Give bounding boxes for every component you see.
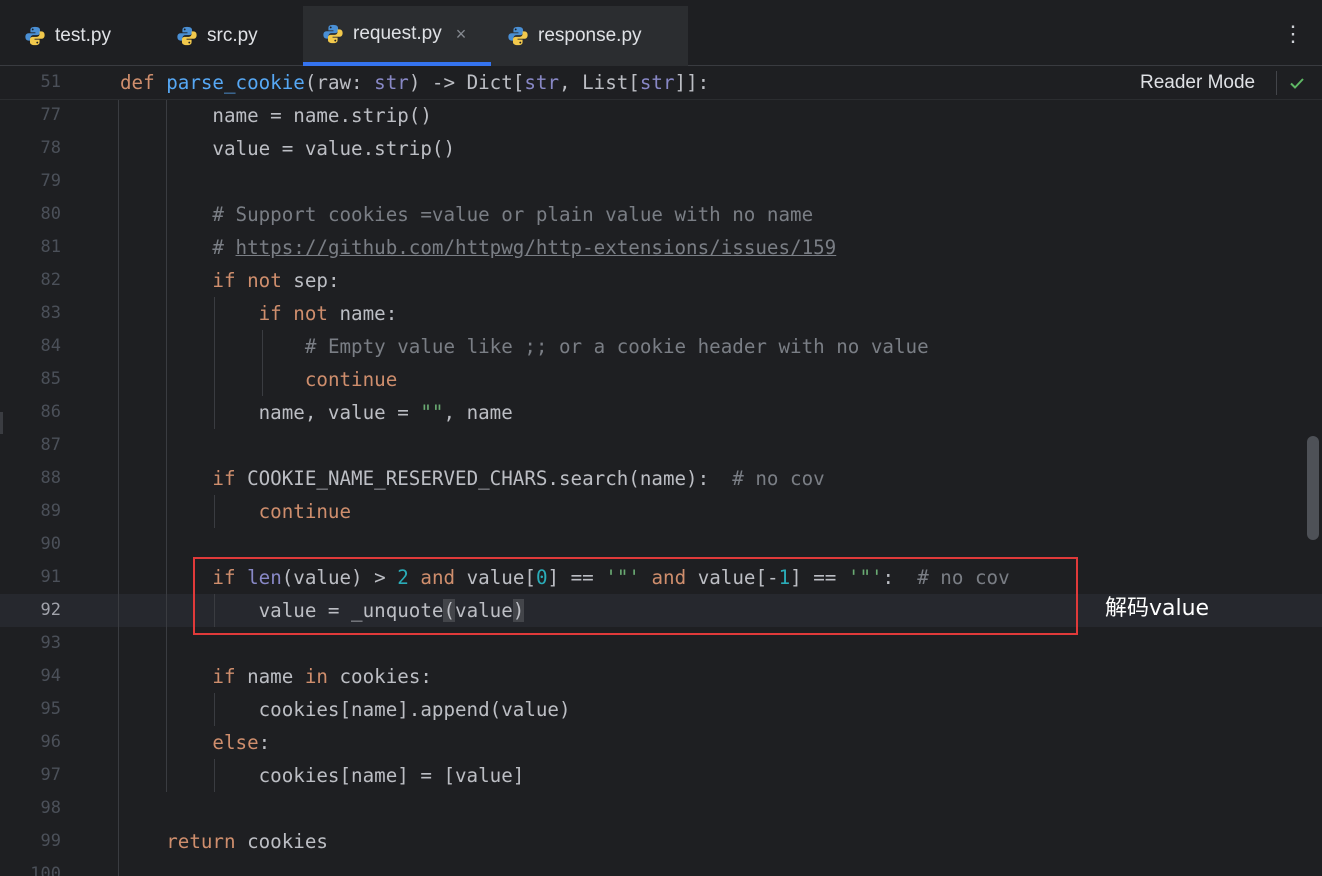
close-icon[interactable]: × [456,24,467,45]
line-number: 100 [30,864,61,876]
indent-guide [214,297,215,429]
code-line[interactable]: 94 if name in cookies: [0,660,1322,693]
line-number: 94 [40,666,61,686]
line-number: 90 [40,534,61,554]
code-text: return cookies [166,830,328,853]
line-number: 96 [40,732,61,752]
code-text: if not sep: [212,269,340,292]
more-menu-icon[interactable]: ⋮ [1282,20,1304,48]
indent-guide [166,99,167,792]
code-text: cookies[name] = [value] [120,764,525,787]
code-text: # Support cookies =value or plain value … [212,203,814,226]
code-line[interactable]: 87 [0,429,1322,462]
line-number: 84 [40,336,61,356]
indent-guide [262,330,263,396]
gutter-marker [0,412,3,434]
line-number: 91 [40,567,61,587]
line-number: 79 [40,171,61,191]
code-text: else: [212,731,271,754]
code-line[interactable]: 89 continue [0,495,1322,528]
code-line[interactable]: 86 name, value = "", name [0,396,1322,429]
indent-guide [214,693,215,726]
code-text: continue [304,368,398,391]
code-line[interactable]: 78 value = value.strip() [0,132,1322,165]
line-number: 85 [40,369,61,389]
code-text: value = value.strip() [120,137,456,160]
line-number: 83 [40,303,61,323]
code-line[interactable]: 77 name = name.strip() [0,99,1322,132]
tab-label: request.py [353,23,442,44]
line-number: 99 [40,831,61,851]
tab-label: response.py [538,25,642,46]
line-number: 78 [40,138,61,158]
reader-mode-button[interactable]: Reader Mode [1140,72,1255,94]
reader-mode-bar: Reader Mode [1105,66,1322,99]
code-line[interactable]: 79 [0,165,1322,198]
tab-src-py[interactable]: src.py [176,6,258,66]
line-number: 88 [40,468,61,488]
code-line[interactable]: 82 if not sep: [0,264,1322,297]
indent-guide [214,495,215,528]
line-number: 86 [40,402,61,422]
code-line[interactable]: 81 # https://github.com/httpwg/http-exte… [0,231,1322,264]
code-text: # https://github.com/httpwg/http-extensi… [212,236,837,259]
code-line[interactable]: 83 if not name: [0,297,1322,330]
line-number: 89 [40,501,61,521]
code-line[interactable]: 96 else: [0,726,1322,759]
editor-tab-bar: test.py src.py request.py × response.py … [0,0,1322,66]
code-editor[interactable]: 51 def parse_cookie(raw: str) -> Dict[st… [0,66,1322,876]
code-line[interactable]: 98 [0,792,1322,825]
annotation-label: 解码value [1105,596,1210,621]
line-number: 82 [40,270,61,290]
tab-label: src.py [207,25,258,46]
code-text: name, value = "", name [120,401,513,424]
code-line[interactable]: 99 return cookies [0,825,1322,858]
code-line[interactable]: 88 if COOKIE_NAME_RESERVED_CHARS.search(… [0,462,1322,495]
code-text: if not name: [258,302,398,325]
line-number: 51 [40,72,61,92]
line-number: 95 [40,699,61,719]
line-number: 80 [40,204,61,224]
annotation-highlight-box [193,557,1078,635]
tab-label: test.py [55,25,111,46]
code-line[interactable]: 85 continue [0,363,1322,396]
code-line[interactable]: 97 cookies[name] = [value] [0,759,1322,792]
line-number: 81 [40,237,61,257]
line-number: 92 [40,600,61,620]
line-number: 93 [40,633,61,653]
indent-guide [214,759,215,792]
code-text: # Empty value like ;; or a cookie header… [304,335,929,358]
divider [1276,70,1278,95]
code-text: continue [258,500,352,523]
tab-request-py[interactable]: request.py × [303,6,491,66]
code-text: cookies[name].append(value) [120,698,571,721]
vertical-scrollbar[interactable] [1307,436,1319,540]
code-line[interactable]: 95 cookies[name].append(value) [0,693,1322,726]
tab-response-py[interactable]: response.py [491,6,688,66]
checkmark-icon[interactable] [1289,75,1305,91]
code-line[interactable]: 80 # Support cookies =value or plain val… [0,198,1322,231]
python-icon [508,26,528,46]
line-number: 98 [40,798,61,818]
code-line[interactable]: 84 # Empty value like ;; or a cookie hea… [0,330,1322,363]
code-line[interactable]: 100 [0,858,1322,876]
python-icon [25,26,45,46]
python-icon [323,24,343,44]
indent-guide [118,99,119,876]
code-text: if COOKIE_NAME_RESERVED_CHARS.search(nam… [212,467,825,490]
python-icon [177,26,197,46]
line-number: 87 [40,435,61,455]
line-number: 97 [40,765,61,785]
tab-test-py[interactable]: test.py [24,6,111,66]
line-number: 77 [40,105,61,125]
code-text: def parse_cookie(raw: str) -> Dict[str, … [120,71,710,94]
